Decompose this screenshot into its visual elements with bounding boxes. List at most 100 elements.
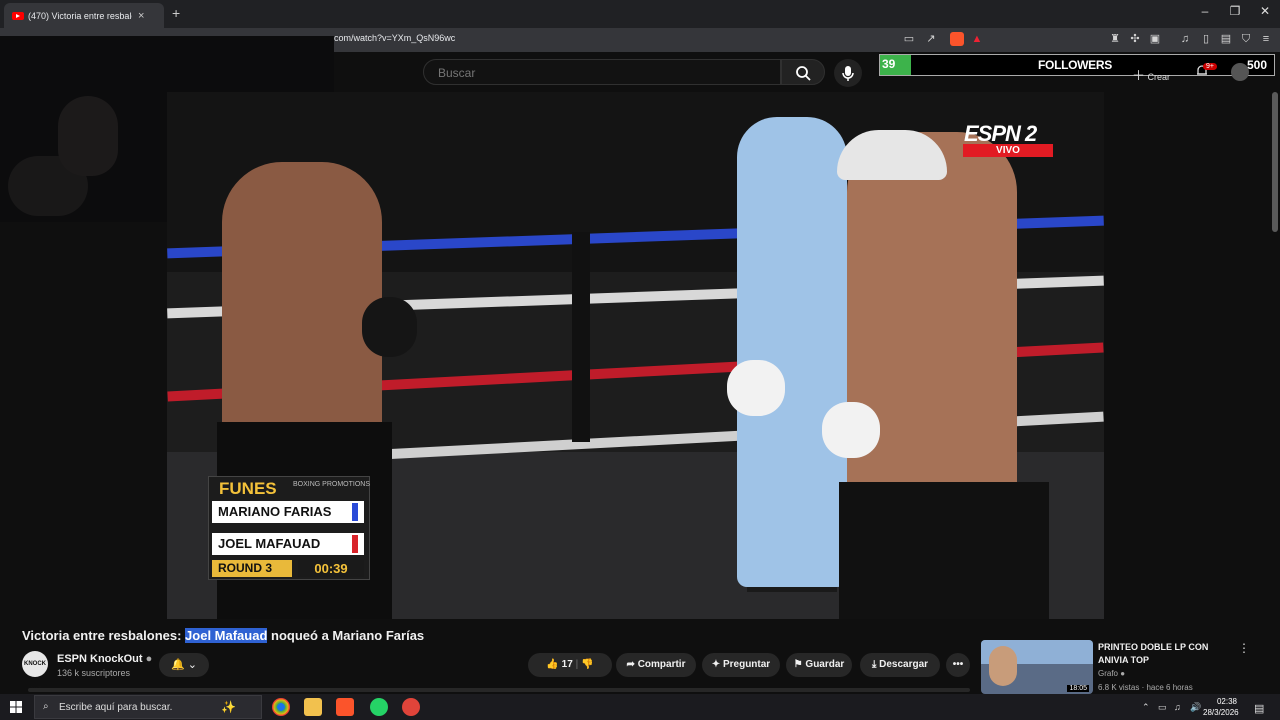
ask-button[interactable]: ✦ Preguntar bbox=[702, 653, 780, 677]
sparkle-icon: ✦ bbox=[711, 659, 721, 670]
like-button[interactable]: 👍 17 bbox=[546, 659, 572, 670]
browser-tab[interactable]: (470) Victoria entre resbalones × bbox=[4, 3, 164, 28]
file-explorer-icon[interactable] bbox=[304, 698, 322, 716]
microphone-icon bbox=[842, 66, 854, 81]
url-text[interactable]: com/watch?v=YXm_QsN96wc bbox=[334, 33, 455, 43]
related-channel[interactable]: Grafo ● bbox=[1098, 669, 1125, 678]
share-label: Compartir bbox=[637, 659, 686, 670]
channel-name-text: ESPN KnockOut bbox=[57, 653, 143, 665]
verified-icon: ● bbox=[1120, 669, 1126, 678]
glove-left-fighter bbox=[362, 297, 417, 357]
search-icon bbox=[796, 66, 811, 81]
ask-label: Preguntar bbox=[722, 659, 771, 670]
voice-search-button[interactable] bbox=[834, 59, 862, 87]
minimize-button[interactable]: – bbox=[1190, 4, 1220, 18]
download-button[interactable]: ⤓ Descargar bbox=[860, 653, 940, 677]
taskbar-search-icon: ⌕ bbox=[43, 701, 49, 712]
page-scrollbar[interactable] bbox=[1272, 92, 1278, 232]
related-more-icon[interactable]: ⋮ bbox=[1238, 641, 1250, 655]
title-highlight: Joel Mafauad bbox=[185, 628, 268, 643]
brave-rewards-icon[interactable]: ▲ bbox=[970, 32, 984, 46]
related-video-thumbnail[interactable]: 18:05 bbox=[981, 640, 1093, 694]
channel-name[interactable]: ESPN KnockOut ● bbox=[57, 653, 152, 665]
dislike-button[interactable]: 👎 bbox=[581, 659, 593, 670]
vpn-icon[interactable]: ⛉ bbox=[1239, 32, 1253, 46]
more-actions-button[interactable]: ••• bbox=[946, 653, 970, 677]
network-icon[interactable]: ▭ bbox=[1158, 702, 1167, 713]
blue-corner-marker bbox=[352, 503, 358, 521]
taskbar-search-text: Escribe aquí para buscar. bbox=[59, 702, 173, 713]
maximize-button[interactable]: ❐ bbox=[1220, 4, 1250, 18]
video-title: Victoria entre resbalones: Joel Mafauad … bbox=[22, 628, 424, 643]
share-page-icon[interactable]: ↗ bbox=[924, 32, 938, 46]
glove-right-fighter-2 bbox=[822, 402, 880, 458]
headset-icon[interactable]: ♫ bbox=[1174, 702, 1181, 712]
save-button[interactable]: ⚑ Guardar bbox=[786, 653, 852, 677]
subscriber-count: 136 k suscriptores bbox=[57, 668, 131, 678]
puzzle-icon[interactable]: ✣ bbox=[1128, 32, 1142, 46]
brave-icon[interactable] bbox=[336, 698, 354, 716]
thumbs-down-icon: 👎 bbox=[581, 659, 594, 670]
tab-title: (470) Victoria entre resbalones bbox=[28, 10, 132, 21]
related-channel-name: Grafo bbox=[1098, 669, 1119, 678]
close-window-button[interactable]: ✕ bbox=[1250, 4, 1280, 18]
create-button[interactable]: ＋ Crear bbox=[1132, 65, 1170, 84]
search-button[interactable] bbox=[781, 59, 825, 85]
round-label: ROUND 3 bbox=[212, 560, 292, 577]
browser-tab-strip bbox=[0, 0, 1280, 28]
subscription-bell-button[interactable]: 🔔 ⌄ bbox=[159, 653, 209, 677]
youtube-favicon-icon bbox=[12, 11, 24, 20]
fighter-right-hair bbox=[837, 130, 947, 180]
tab-close-icon[interactable]: × bbox=[138, 10, 144, 22]
search-box[interactable] bbox=[423, 59, 781, 85]
channel-avatar[interactable]: KNOCK OUT bbox=[22, 651, 48, 693]
title-suffix: noqueó a Mariano Farías bbox=[267, 628, 425, 643]
like-dislike-group: 👍 17 | 👎 bbox=[528, 653, 612, 677]
new-tab-button[interactable]: + bbox=[172, 5, 180, 21]
user-avatar[interactable] bbox=[1231, 63, 1249, 81]
related-duration: 18:05 bbox=[1067, 685, 1089, 692]
share-button[interactable]: ➦ Compartir bbox=[616, 653, 696, 677]
chevron-down-icon: ⌄ bbox=[187, 659, 197, 671]
taskbar-date[interactable]: 28/3/2026 bbox=[1203, 708, 1239, 717]
chrome-icon[interactable] bbox=[272, 698, 290, 716]
taskbar-search[interactable]: ⌕ Escribe aquí para buscar. ✨ bbox=[34, 695, 262, 719]
description-box-edge bbox=[28, 688, 970, 692]
save-label: Guardar bbox=[805, 659, 845, 670]
tray-chevron-icon[interactable]: ⌃ bbox=[1142, 702, 1150, 713]
recording-app-icon[interactable] bbox=[402, 698, 420, 716]
verified-icon: ● bbox=[145, 653, 153, 665]
media-icon[interactable]: ♫ bbox=[1178, 32, 1192, 46]
ring-post bbox=[572, 232, 590, 442]
fighter-right-shorts bbox=[839, 482, 1049, 619]
bookmark-icon: ⚑ bbox=[793, 659, 803, 670]
brave-shield-icon[interactable] bbox=[950, 32, 964, 46]
thumbs-up-icon: 👍 bbox=[546, 659, 559, 670]
windows-logo-icon bbox=[10, 701, 22, 713]
cast-icon[interactable]: ▭ bbox=[902, 32, 916, 46]
thumbnail-face bbox=[989, 646, 1017, 686]
windows-start-button[interactable] bbox=[8, 699, 24, 715]
live-label: VIVO bbox=[963, 144, 1053, 157]
menu-icon[interactable]: ≡ bbox=[1259, 32, 1273, 46]
copilot-sparkle-icon: ✨ bbox=[221, 700, 236, 714]
round-clock: 00:39 bbox=[298, 560, 364, 577]
wallet-icon[interactable]: ▤ bbox=[1219, 32, 1233, 46]
fighter-name-blue: MARIANO FARIAS bbox=[212, 501, 364, 523]
sidebar-icon[interactable]: ▯ bbox=[1199, 32, 1213, 46]
whatsapp-icon[interactable] bbox=[370, 698, 388, 716]
notification-badge: 9+ bbox=[1203, 63, 1217, 70]
followers-goal: 500 bbox=[1247, 58, 1268, 72]
download-label: Descargar bbox=[879, 659, 929, 670]
webcam-face bbox=[58, 96, 118, 176]
tab-search-icon[interactable]: ▣ bbox=[1148, 32, 1162, 46]
taskbar-time[interactable]: 02:38 bbox=[1213, 697, 1237, 706]
promotion-logo: FUNES bbox=[219, 479, 277, 498]
related-video-title[interactable]: PRINTEO DOBLE LP CON ANIVIA TOP bbox=[1098, 641, 1238, 667]
volume-icon[interactable]: 🔊 bbox=[1190, 702, 1201, 713]
notification-center-icon[interactable]: ▤ bbox=[1254, 702, 1264, 715]
search-input[interactable] bbox=[436, 65, 760, 81]
extension-icon[interactable]: ♜ bbox=[1108, 32, 1122, 46]
bell-icon: 🔔 bbox=[171, 659, 185, 671]
download-icon: ⤓ bbox=[871, 659, 877, 670]
